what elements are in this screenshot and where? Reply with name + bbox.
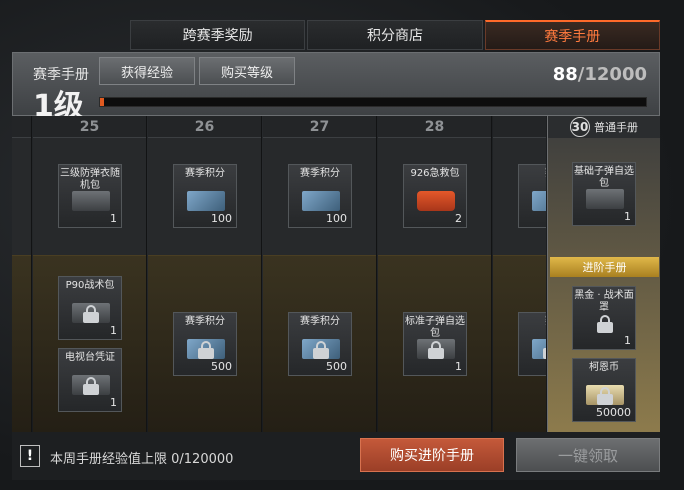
item-quantity: 100 (326, 212, 347, 225)
lock-icon (595, 315, 615, 333)
lock-icon (311, 341, 331, 359)
tab-season-pass[interactable]: 赛季手册 (484, 20, 660, 50)
free-reward-slot: 926急救包 2 (378, 138, 491, 256)
item-name: 基础子弹自选包 (574, 166, 634, 189)
exp-counter: 88/12000 (553, 64, 647, 85)
buy-advanced-pass-button[interactable]: 购买进阶手册 (360, 438, 504, 472)
item-name: 标准子弹自选包 (405, 316, 465, 339)
item-name: 926急救包 (410, 168, 460, 179)
item-name: 黑金 · 战术面罩 (574, 290, 634, 313)
level-column: 27 赛季积分 100 赛季积分 500 (263, 116, 377, 432)
item-name: 电视台凭证 (65, 352, 115, 363)
tab-points-shop[interactable]: 积分商店 (307, 20, 483, 50)
reward-item[interactable]: 赛 (518, 164, 546, 228)
free-reward-slot: 三级防弹衣随机包 1 (33, 138, 146, 256)
buy-level-button[interactable]: 购买等级 (199, 57, 295, 85)
exp-progress-bar (99, 97, 647, 107)
advanced-track-label: 进阶手册 (550, 257, 659, 277)
ticket-icon (187, 191, 225, 211)
free-reward-slot: 赛 (493, 138, 546, 256)
advanced-reward-slot: 赛季积分 500 (263, 256, 376, 432)
crate-icon (72, 191, 110, 211)
item-quantity: 1 (624, 334, 631, 347)
reward-item[interactable]: P90战术包 1 (58, 276, 122, 340)
level-column: 25 三级防弹衣随机包 1 P90战术包 1 电视台凭证 1 (33, 116, 147, 432)
milestone-level: 30 (570, 117, 590, 137)
item-name: 赛季积分 (185, 316, 225, 327)
exp-current: 88 (552, 64, 578, 85)
milestone-adv-reward-mask[interactable]: 黑金 · 战术面罩 1 (572, 286, 636, 350)
milestone-free-reward[interactable]: 基础子弹自选包 1 (572, 162, 636, 226)
lock-icon (81, 305, 101, 323)
item-name: 赛 (519, 168, 546, 180)
item-name: 赛季积分 (300, 168, 340, 179)
ticket-icon (302, 191, 340, 211)
advanced-reward-slot: P90战术包 1 电视台凭证 1 (33, 256, 146, 432)
ticket-icon (532, 191, 546, 211)
free-track-label: 普通手册 (594, 121, 638, 134)
item-quantity: 1 (455, 360, 462, 373)
lock-icon (541, 341, 546, 359)
item-quantity: 100 (211, 212, 232, 225)
item-quantity: 1 (624, 210, 631, 223)
item-quantity: 1 (110, 396, 117, 409)
season-pass-header: 赛季手册 1级 获得经验 购买等级 88/12000 (12, 52, 660, 124)
lock-icon (196, 341, 216, 359)
milestone-header: 30 普通手册 (548, 116, 660, 138)
reward-item[interactable]: 赛季积分 500 (173, 312, 237, 376)
reward-item[interactable]: 三级防弹衣随机包 1 (58, 164, 122, 228)
warning-icon: ! (20, 445, 40, 467)
item-name: 赛季积分 (185, 168, 225, 179)
milestone-adv-reward-coins[interactable]: 柯恩币 50000 (572, 358, 636, 422)
ammo-pack-icon (586, 189, 624, 209)
tab-cross-season-rewards[interactable]: 跨赛季奖励 (130, 20, 306, 50)
reward-item[interactable]: 标准子弹自选包 1 (403, 312, 467, 376)
advanced-reward-slot: 赛 (493, 256, 546, 432)
item-quantity: 1 (110, 212, 117, 225)
footer-bar: ! 本周手册经验值上限 0/120000 购买进阶手册 一键领取 (12, 432, 660, 480)
lock-icon (595, 387, 615, 405)
free-reward-slot: 赛季积分 100 (263, 138, 376, 256)
lock-icon (81, 377, 101, 395)
level-number: 27 (263, 116, 376, 138)
item-quantity: 500 (326, 360, 347, 373)
level-column: 28 926急救包 2 标准子弹自选包 1 (378, 116, 492, 432)
advanced-reward-slot: 赛季积分 500 (148, 256, 261, 432)
advanced-reward-slot: 标准子弹自选包 1 (378, 256, 491, 432)
item-quantity: 500 (211, 360, 232, 373)
level-number: 25 (33, 116, 146, 138)
item-name: P90战术包 (65, 280, 115, 291)
medkit-icon (417, 191, 455, 211)
exp-progress-fill (100, 98, 104, 106)
reward-item[interactable]: 926急救包 2 (403, 164, 467, 228)
free-reward-slot: 赛季积分 100 (148, 138, 261, 256)
weekly-exp-cap-notice: 本周手册经验值上限 0/120000 (50, 452, 234, 467)
item-quantity: 2 (455, 212, 462, 225)
level-column: 赛赛 (493, 116, 546, 432)
level-number: 26 (148, 116, 261, 138)
item-quantity: 50000 (596, 406, 631, 419)
item-name: 三级防弹衣随机包 (60, 168, 120, 191)
top-tabs: 跨赛季奖励 积分商店 赛季手册 (130, 20, 662, 50)
exp-total: /12000 (577, 64, 647, 85)
reward-item[interactable]: 赛季积分 500 (288, 312, 352, 376)
lock-icon (426, 341, 446, 359)
item-name: 柯恩币 (589, 362, 619, 373)
level-column-partial (12, 116, 32, 432)
item-quantity: 1 (110, 324, 117, 337)
claim-all-button[interactable]: 一键领取 (516, 438, 660, 472)
reward-item[interactable]: 赛 (518, 312, 546, 376)
reward-item[interactable]: 电视台凭证 1 (58, 348, 122, 412)
item-name: 赛 (519, 316, 546, 328)
earn-exp-button[interactable]: 获得经验 (99, 57, 195, 85)
next-milestone-column: 30 普通手册 基础子弹自选包 1 进阶手册 黑金 · 战术面罩 1 柯恩币 5… (547, 116, 660, 432)
reward-item[interactable]: 赛季积分 100 (173, 164, 237, 228)
reward-item[interactable]: 赛季积分 100 (288, 164, 352, 228)
level-column: 26 赛季积分 100 赛季积分 500 (148, 116, 262, 432)
reward-grid: 25 三级防弹衣随机包 1 P90战术包 1 电视台凭证 1 26 赛季积分 100 赛季积分 500… (12, 116, 546, 432)
item-name: 赛季积分 (300, 316, 340, 327)
level-number (493, 116, 546, 138)
level-number: 28 (378, 116, 491, 138)
